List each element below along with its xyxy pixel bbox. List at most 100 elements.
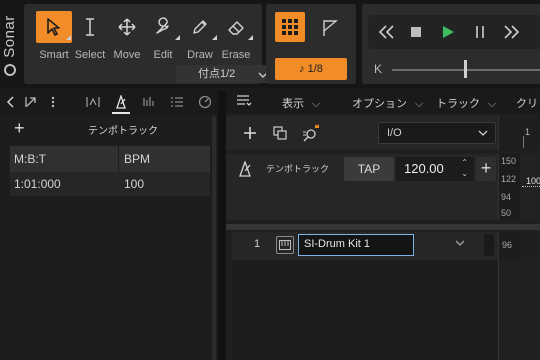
tempo-track-label: テンポトラック xyxy=(266,164,330,174)
tempo-bpm-field[interactable]: 120.00 ⌃ ⌄ xyxy=(396,157,474,181)
pane-splitter[interactable] xyxy=(218,90,226,360)
tool-smart[interactable]: Smart xyxy=(36,9,72,67)
transport-module: K xyxy=(362,4,540,84)
more-options-icon[interactable] xyxy=(46,95,60,109)
snap-grid-toggle[interactable] xyxy=(275,12,305,42)
tool-select[interactable]: Select xyxy=(72,9,108,67)
track-name-input[interactable]: SI-Drum Kit 1 xyxy=(298,234,414,256)
table-row[interactable]: 1:01:000 100 xyxy=(10,172,210,196)
track-search-button[interactable] xyxy=(300,121,324,145)
chevron-down-icon: ⌵ xyxy=(488,98,497,110)
tool-submenu-icon xyxy=(66,35,71,40)
scale-label: 150 xyxy=(501,156,517,166)
stop-button[interactable] xyxy=(402,19,430,45)
fast-forward-icon xyxy=(504,25,520,39)
fast-forward-button[interactable] xyxy=(498,19,526,45)
app-logo-text: Sonar xyxy=(0,15,18,58)
spin-arrows-icon[interactable]: ⌃ ⌄ xyxy=(461,157,468,179)
pause-icon xyxy=(476,26,484,38)
chevron-down-icon: ⌵ xyxy=(415,98,424,110)
duplicate-track-button[interactable] xyxy=(268,121,292,145)
rewind-button[interactable] xyxy=(372,19,400,45)
inspector-pane: + テンポトラック M:B:T BPM 1:01:000 100 xyxy=(0,90,218,360)
track-number: 1 xyxy=(254,238,261,250)
plus-icon xyxy=(244,127,256,139)
logo-ring-icon xyxy=(4,64,16,76)
tool-erase[interactable]: Erase xyxy=(218,9,254,67)
add-tempo-change-button[interactable]: + xyxy=(476,157,496,181)
track-view-menubar: 表示 ⌵ オプション ⌵ トラック ⌵ クリッ xyxy=(226,90,540,114)
grid-icon xyxy=(282,19,298,35)
chevron-down-icon: ⌵ xyxy=(312,98,321,110)
brand-strip: Sonar xyxy=(0,0,22,88)
chevron-down-icon[interactable] xyxy=(454,237,466,252)
tap-tempo-button[interactable]: TAP xyxy=(344,157,394,181)
search-crown-icon xyxy=(303,124,319,142)
clip-lane[interactable] xyxy=(498,260,540,360)
add-track-button[interactable] xyxy=(238,121,262,145)
menu-options[interactable]: オプション ⌵ xyxy=(352,95,423,111)
snap-module: ♪ 1/8 xyxy=(266,4,356,84)
tempo-scale: 150 122 94 50 xyxy=(498,154,520,220)
timeline-ruler[interactable]: 1 xyxy=(498,116,540,150)
track-view: 表示 ⌵ オプション ⌵ トラック ⌵ クリッ I/O 1 テンポトラック TAP xyxy=(226,90,540,360)
tempo-list-title: テンポトラック xyxy=(88,126,158,137)
tempo-list-header: + テンポトラック xyxy=(0,116,218,142)
tab-tempo-icon[interactable] xyxy=(114,95,128,109)
chevron-left-icon[interactable] xyxy=(4,95,18,109)
eighth-note-icon: ♪ xyxy=(299,63,308,75)
column-header-mbt[interactable]: M:B:T xyxy=(10,146,118,172)
play-button[interactable] xyxy=(434,19,462,45)
metronome-icon xyxy=(236,160,254,178)
tempo-bpm-value: 120.00 xyxy=(404,161,444,176)
track-view-menu-icon[interactable] xyxy=(236,95,252,110)
cell-mbt: 1:01:000 xyxy=(14,177,61,191)
column-divider xyxy=(118,146,119,172)
tab-meter-icon[interactable] xyxy=(142,95,156,109)
snap-duration-select[interactable]: 付点1/2 xyxy=(176,65,276,83)
menu-track[interactable]: トラック ⌵ xyxy=(436,95,496,111)
active-tab-indicator xyxy=(112,112,130,114)
track-lane-scale: 96 xyxy=(498,232,520,260)
cell-bpm: 100 xyxy=(124,177,145,191)
tools-module: Smart Select Move Edit Draw Erase 付点1/2 xyxy=(24,4,276,84)
menu-track-label: トラック xyxy=(436,98,480,110)
track-meter xyxy=(484,234,494,256)
tool-edit[interactable]: Edit xyxy=(145,9,181,67)
tempo-lane-value: 100 xyxy=(526,176,540,186)
menu-view[interactable]: 表示 ⌵ xyxy=(282,95,320,111)
track-list-empty-area[interactable] xyxy=(232,260,498,360)
tool-label: Erase xyxy=(221,49,251,61)
tool-submenu-icon xyxy=(248,35,253,40)
pause-button[interactable] xyxy=(466,19,494,45)
tool-submenu-icon xyxy=(212,35,217,40)
scale-label: 50 xyxy=(501,208,512,218)
scrub-thumb[interactable] xyxy=(464,60,467,78)
instrument-track-icon xyxy=(276,236,294,254)
ruler-bar-number: 1 xyxy=(525,127,531,137)
stop-icon xyxy=(411,27,421,37)
tool-draw[interactable]: Draw xyxy=(182,9,218,67)
column-header-bpm[interactable]: BPM xyxy=(120,146,210,172)
menu-clip[interactable]: クリッ xyxy=(516,95,540,111)
note-value: 1/8 xyxy=(307,63,323,75)
scale-label: 94 xyxy=(501,192,512,202)
marker-snap-toggle[interactable] xyxy=(318,16,342,40)
expand-icon[interactable] xyxy=(24,95,38,109)
tab-list-icon[interactable] xyxy=(170,95,184,109)
transport-buttons xyxy=(368,15,540,49)
inspector-toolbar xyxy=(0,90,218,114)
tool-move[interactable]: Move xyxy=(109,9,145,67)
track-header-row[interactable]: 1 SI-Drum Kit 1 xyxy=(232,232,498,260)
tab-arranger-icon[interactable] xyxy=(86,95,100,109)
snap-note-value-button[interactable]: ♪ 1/8 xyxy=(275,58,347,80)
track-divider[interactable] xyxy=(226,224,540,230)
tempo-track-header: テンポトラック TAP 120.00 ⌃ ⌄ + xyxy=(226,154,498,220)
chevron-down-icon xyxy=(477,126,489,146)
table-header-row: M:B:T BPM xyxy=(10,146,210,172)
tempo-lane[interactable]: 100 xyxy=(520,154,540,220)
add-tempo-button[interactable]: + xyxy=(14,118,25,139)
io-select[interactable]: I/O xyxy=(378,122,496,144)
inspector-scrollbar[interactable] xyxy=(212,116,216,360)
tab-gauge-icon[interactable] xyxy=(198,95,212,109)
